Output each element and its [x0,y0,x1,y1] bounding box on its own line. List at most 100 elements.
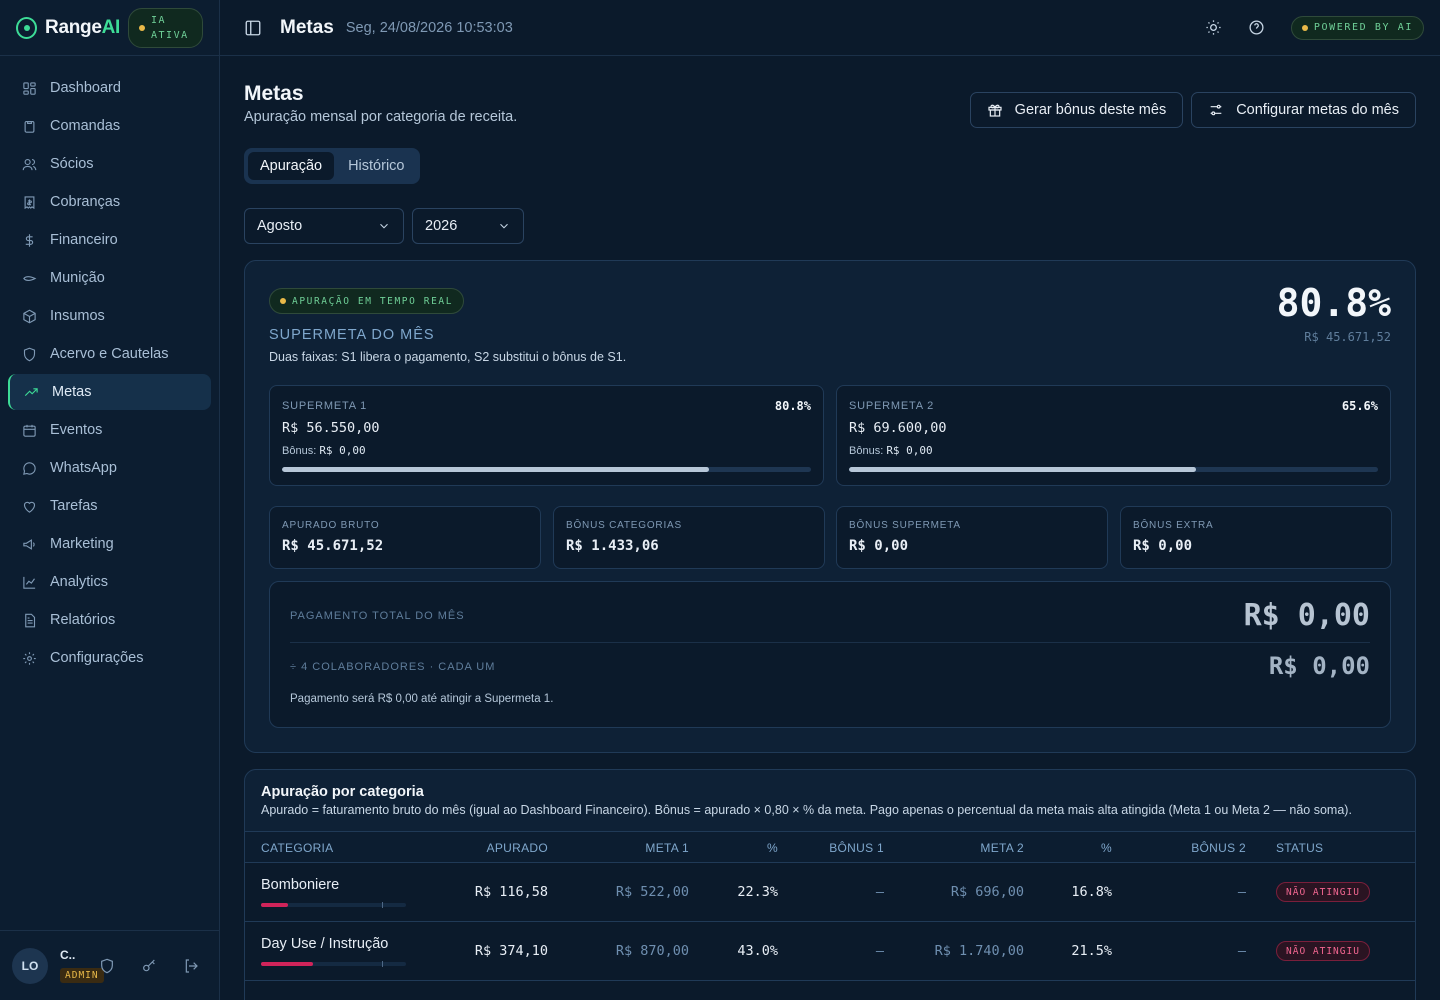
brand-name[interactable]: RangeAI [45,17,120,39]
tab-apuracao[interactable]: Apuração [248,152,335,180]
cell-pct1: 43.0% [737,943,778,959]
sidebar-item-marketing[interactable]: Marketing [8,526,211,562]
supermeta-1-bonus: Bônus: R$ 0,00 [282,444,366,457]
view-tabs: Apuração Histórico [244,148,421,184]
package-icon [23,309,36,323]
sidebar-item-label: WhatsApp [50,460,117,476]
sidebar-item-municao[interactable]: Munição [8,260,211,296]
realtime-badge: APURAÇÃO EM TEMPO REAL [269,288,465,314]
sidebar-item-label: Configurações [50,650,144,666]
page-title: Metas [244,82,304,105]
status-dot-icon [1301,24,1308,31]
payment-note: Pagamento será R$ 0,00 até atingir a Sup… [290,693,554,705]
category-progress [261,902,406,908]
supermeta-1-value: R$ 56.550,00 [282,420,380,436]
category-name: Day Use / Instrução [261,936,389,952]
tab-historico[interactable]: Histórico [336,152,416,180]
sidebar-item-tarefas[interactable]: Tarefas [8,488,211,524]
role-badge: ADMIN [60,968,104,983]
avatar[interactable]: LO [12,947,48,984]
sidebar-toggle-icon[interactable] [244,19,262,37]
sidebar-item-label: Comandas [50,118,121,134]
payment-per-person-label: ÷ 4 COLABORADORES · CADA UM [290,661,496,673]
sidebar-item-socios[interactable]: Sócios [8,146,211,182]
column-header[interactable]: META 2 [980,841,1024,855]
column-header[interactable]: % [1101,841,1112,855]
user-name: C.. [60,948,76,962]
topbar-datetime: Seg, 24/08/2026 10:53:03 [345,19,513,36]
sidebar-item-configuracoes[interactable]: Configurações [8,640,211,676]
receipt-icon [24,195,35,209]
payment-total-value: R$ 0,00 [1243,598,1370,633]
month-select[interactable]: Agosto [244,208,404,244]
supermeta-1-box: SUPERMETA 1 80.8% R$ 56.550,00 Bônus: R$… [269,385,824,486]
year-select[interactable]: 2026 [412,208,524,244]
logout-icon[interactable] [183,958,199,974]
divider [290,642,1370,643]
supermeta-percent: 80.8% [1276,281,1391,325]
column-header[interactable]: CATEGORIA [261,841,334,855]
sidebar-item-label: Munição [50,270,105,286]
column-header[interactable]: STATUS [1276,841,1323,855]
generate-bonus-button[interactable]: Gerar bônus deste mês [969,92,1184,128]
cell-apurado: R$ 374,10 [474,943,548,959]
chat-icon [23,461,36,475]
sidebar-item-dashboard[interactable]: Dashboard [8,70,211,106]
sidebar-item-metas[interactable]: Metas [8,374,211,410]
column-header[interactable]: BÔNUS 2 [1191,841,1246,855]
sidebar-nav: Dashboard Comandas Sócios Cobranças Fina… [0,56,219,692]
stat-bonus-extra: BÔNUS EXTRA R$ 0,00 [1120,506,1392,569]
sidebar-item-label: Financeiro [50,232,118,248]
status-badge: NÃO ATINGIU [1276,941,1370,961]
user-info: C.. ADMIN [60,948,104,983]
table-row[interactable] [245,980,1415,1000]
supermeta-1-label: SUPERMETA 1 [282,400,368,412]
configure-goals-button[interactable]: Configurar metas do mês [1191,92,1416,128]
category-table: CATEGORIA APURADO META 1 % BÔNUS 1 META … [245,831,1415,1000]
column-header[interactable]: BÔNUS 1 [829,841,884,855]
column-header[interactable]: % [767,841,778,855]
logo-icon [16,16,38,39]
users-icon [22,158,37,170]
main-content: Metas Apuração mensal por categoria de r… [244,56,1416,1000]
stat-bonus-supermeta: BÔNUS SUPERMETA R$ 0,00 [836,506,1108,569]
supermeta-2-bonus: Bônus: R$ 0,00 [849,444,933,457]
cell-bonus1: — [875,943,884,959]
sidebar-item-label: Sócios [50,156,94,172]
status-badge: NÃO ATINGIU [1276,882,1370,902]
sidebar-item-eventos[interactable]: Eventos [8,412,211,448]
table-row[interactable]: Day Use / Instrução R$ 374,10 R$ 870,00 … [245,921,1415,980]
sidebar-item-label: Acervo e Cautelas [50,346,169,362]
calendar-icon [23,424,36,437]
sidebar-item-whatsapp[interactable]: WhatsApp [8,450,211,486]
column-header[interactable]: APURADO [487,841,548,855]
cell-bonus1: — [875,884,884,900]
sidebar-item-label: Relatórios [50,612,116,628]
cell-meta2: R$ 1.740,00 [934,943,1024,959]
brand: RangeAI IA ATIVA [0,0,219,56]
topbar: Metas Seg, 24/08/2026 10:53:03 POWERED B… [220,0,1440,56]
sidebar-item-cobrancas[interactable]: Cobranças [8,184,211,220]
page-subtitle: Apuração mensal por categoria de receita… [244,109,518,125]
help-icon[interactable] [1248,19,1265,36]
sidebar-item-analytics[interactable]: Analytics [8,564,211,600]
payment-per-person-value: R$ 0,00 [1268,652,1370,680]
sidebar-item-label: Eventos [50,422,103,438]
cell-pct2: 16.8% [1071,884,1112,900]
column-header[interactable]: META 1 [645,841,689,855]
supermeta-description: Duas faixas: S1 libera o pagamento, S2 s… [269,350,627,364]
sidebar-item-acervo[interactable]: Acervo e Cautelas [8,336,211,372]
table-row[interactable]: Bomboniere R$ 116,58 R$ 522,00 22.3% — R… [245,862,1415,921]
sidebar-item-comandas[interactable]: Comandas [8,108,211,144]
sidebar-item-insumos[interactable]: Insumos [8,298,211,334]
sidebar-item-relatorios[interactable]: Relatórios [8,602,211,638]
sun-icon[interactable] [1205,19,1222,36]
sidebar-item-financeiro[interactable]: Financeiro [8,222,211,258]
progress-fill [849,467,1197,472]
shield-icon[interactable] [99,958,115,974]
key-icon[interactable] [141,958,157,974]
category-table-card: Apuração por categoria Apurado = faturam… [244,769,1416,1000]
topbar-title: Metas [280,16,334,38]
progress-fill [261,962,313,966]
supermeta-card: APURAÇÃO EM TEMPO REAL SUPERMETA DO MÊS … [244,260,1416,753]
